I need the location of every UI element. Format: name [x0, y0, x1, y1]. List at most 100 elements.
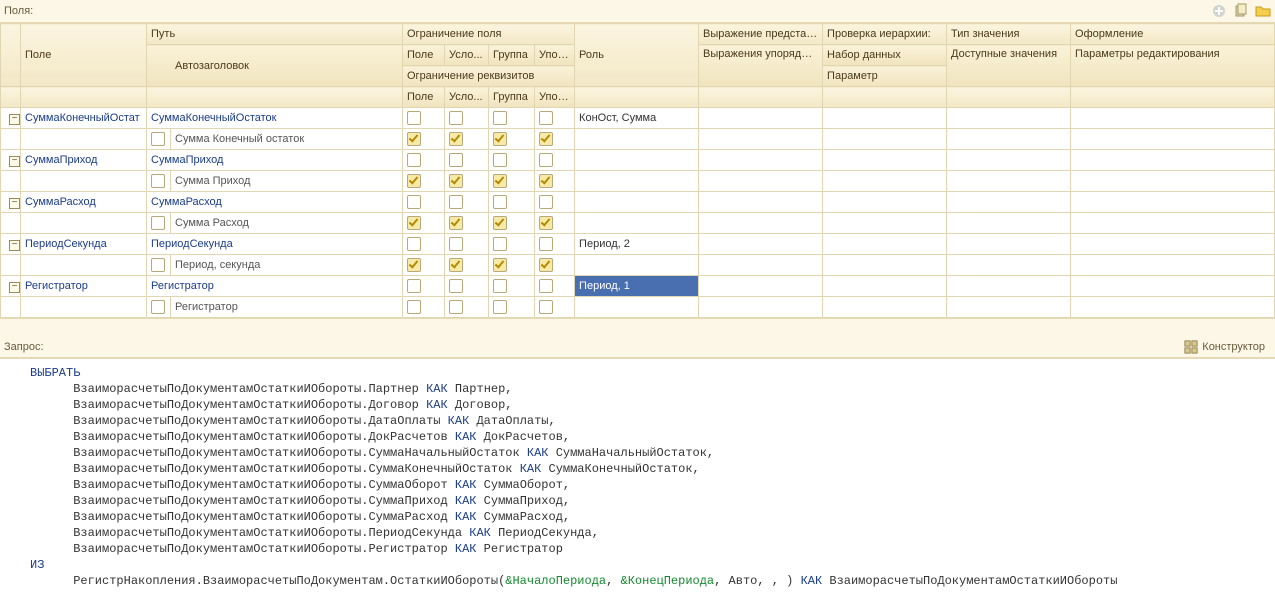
col-param-redakt[interactable]: Параметры редактирования [1071, 45, 1275, 87]
col-sub-gruppa2[interactable]: Группа [489, 87, 535, 108]
table-row[interactable]: Сумма Приход [1, 171, 1275, 192]
role-cell[interactable]: Период, 2 [575, 234, 699, 255]
field-name[interactable]: ПериодСекунда [21, 234, 147, 255]
checkbox-icon[interactable] [539, 174, 553, 188]
checkbox-icon[interactable] [151, 258, 165, 272]
checkbox-icon[interactable] [151, 300, 165, 314]
checkbox-icon[interactable] [493, 237, 507, 251]
col-pole[interactable]: Поле [21, 24, 147, 87]
table-row[interactable]: −СуммаКонечныйОстатСуммаКонечныйОстаток К… [1, 108, 1275, 129]
checkbox-icon[interactable] [539, 195, 553, 209]
auto-title[interactable]: Сумма Расход [171, 213, 403, 234]
col-vyrazh-predstav[interactable]: Выражение представ... [699, 24, 823, 45]
checkbox-icon[interactable] [493, 174, 507, 188]
checkbox-icon[interactable] [407, 153, 421, 167]
checkbox-icon[interactable] [539, 258, 553, 272]
col-sub-uslo1[interactable]: Усло... [445, 45, 489, 66]
col-rol[interactable]: Роль [575, 24, 699, 87]
checkbox-icon[interactable] [493, 300, 507, 314]
auto-title[interactable]: Сумма Конечный остаток [171, 129, 403, 150]
field-path[interactable]: СуммаКонечныйОстаток [147, 108, 403, 129]
field-name[interactable]: СуммаРасход [21, 192, 147, 213]
table-row[interactable]: −СуммаРасходСуммаРасход [1, 192, 1275, 213]
field-path[interactable]: СуммаПриход [147, 150, 403, 171]
checkbox-icon[interactable] [407, 300, 421, 314]
col-ogr-rekv[interactable]: Ограничение реквизитов [403, 66, 575, 87]
field-name[interactable]: СуммаПриход [21, 150, 147, 171]
checkbox-icon[interactable] [449, 279, 463, 293]
col-sub-uslo2[interactable]: Усло... [445, 87, 489, 108]
checkbox-icon[interactable] [493, 132, 507, 146]
field-path[interactable]: Регистратор [147, 276, 403, 297]
table-row[interactable]: −СуммаПриходСуммаПриход [1, 150, 1275, 171]
table-row[interactable]: −ПериодСекундаПериодСекундаПериод, 2 [1, 234, 1275, 255]
checkbox-icon[interactable] [539, 153, 553, 167]
checkbox-icon[interactable] [539, 111, 553, 125]
field-path[interactable]: ПериодСекунда [147, 234, 403, 255]
checkbox-icon[interactable] [493, 258, 507, 272]
checkbox-icon[interactable] [151, 216, 165, 230]
role-cell[interactable] [575, 192, 699, 213]
col-nabor[interactable]: Набор данных [823, 45, 947, 66]
copy-icon[interactable] [1233, 3, 1249, 19]
checkbox-icon[interactable] [449, 153, 463, 167]
auto-title[interactable]: Регистратор [171, 297, 403, 318]
checkbox-icon[interactable] [407, 216, 421, 230]
table-row[interactable]: −РегистраторРегистраторПериод, 1 [1, 276, 1275, 297]
col-sub-pole2[interactable]: Поле [403, 87, 445, 108]
col-sub-pole1[interactable]: Поле [403, 45, 445, 66]
field-path[interactable]: СуммаРасход [147, 192, 403, 213]
fields-grid[interactable]: Поле Путь Ограничение поля Роль Выражени… [0, 23, 1275, 318]
col-proverka[interactable]: Проверка иерархии: [823, 24, 947, 45]
checkbox-icon[interactable] [539, 216, 553, 230]
checkbox-icon[interactable] [493, 216, 507, 230]
field-name[interactable]: Регистратор [21, 276, 147, 297]
checkbox-icon[interactable] [407, 237, 421, 251]
checkbox-icon[interactable] [493, 279, 507, 293]
table-row[interactable]: Регистратор [1, 297, 1275, 318]
checkbox-icon[interactable] [407, 279, 421, 293]
checkbox-icon[interactable] [449, 111, 463, 125]
col-dostup[interactable]: Доступные значения [947, 45, 1071, 87]
checkbox-icon[interactable] [539, 132, 553, 146]
checkbox-icon[interactable] [449, 216, 463, 230]
col-put[interactable]: Путь [147, 24, 403, 45]
col-tip[interactable]: Тип значения [947, 24, 1071, 45]
col-ogr-polya[interactable]: Ограничение поля [403, 24, 575, 45]
role-cell[interactable]: КонОст, Сумма [575, 108, 699, 129]
field-name[interactable]: СуммаКонечныйОстат [21, 108, 147, 129]
checkbox-icon[interactable] [493, 195, 507, 209]
checkbox-icon[interactable] [151, 132, 165, 146]
collapse-icon[interactable]: − [9, 114, 20, 125]
table-row[interactable]: Сумма Конечный остаток [1, 129, 1275, 150]
checkbox-icon[interactable] [493, 111, 507, 125]
checkbox-icon[interactable] [407, 195, 421, 209]
collapse-icon[interactable]: − [9, 156, 20, 167]
checkbox-icon[interactable] [407, 132, 421, 146]
add-icon[interactable] [1211, 3, 1227, 19]
col-parametr[interactable]: Параметр [823, 66, 947, 87]
checkbox-icon[interactable] [539, 279, 553, 293]
checkbox-icon[interactable] [151, 174, 165, 188]
checkbox-icon[interactable] [539, 300, 553, 314]
col-avtozag[interactable]: Автозаголовок [147, 45, 403, 87]
col-sub-upor1[interactable]: Упор... [535, 45, 575, 66]
konstruktor-button[interactable]: Конструктор [1184, 340, 1265, 354]
checkbox-icon[interactable] [449, 300, 463, 314]
collapse-icon[interactable]: − [9, 282, 20, 293]
collapse-icon[interactable]: − [9, 240, 20, 251]
auto-title[interactable]: Сумма Приход [171, 171, 403, 192]
col-vyrazh-uporyad[interactable]: Выражения упорядочивания [699, 45, 823, 87]
checkbox-icon[interactable] [407, 174, 421, 188]
checkbox-icon[interactable] [449, 174, 463, 188]
checkbox-icon[interactable] [449, 237, 463, 251]
col-oformlenie[interactable]: Оформление [1071, 24, 1275, 45]
table-row[interactable]: Сумма Расход [1, 213, 1275, 234]
col-sub-upor2[interactable]: Упор... [535, 87, 575, 108]
query-text[interactable]: ВЫБРАТЬ ВзаиморасчетыПоДокументамОстатки… [0, 358, 1275, 609]
checkbox-icon[interactable] [407, 258, 421, 272]
auto-title[interactable]: Период, секунда [171, 255, 403, 276]
checkbox-icon[interactable] [449, 258, 463, 272]
role-cell[interactable] [575, 150, 699, 171]
col-sub-gruppa1[interactable]: Группа [489, 45, 535, 66]
